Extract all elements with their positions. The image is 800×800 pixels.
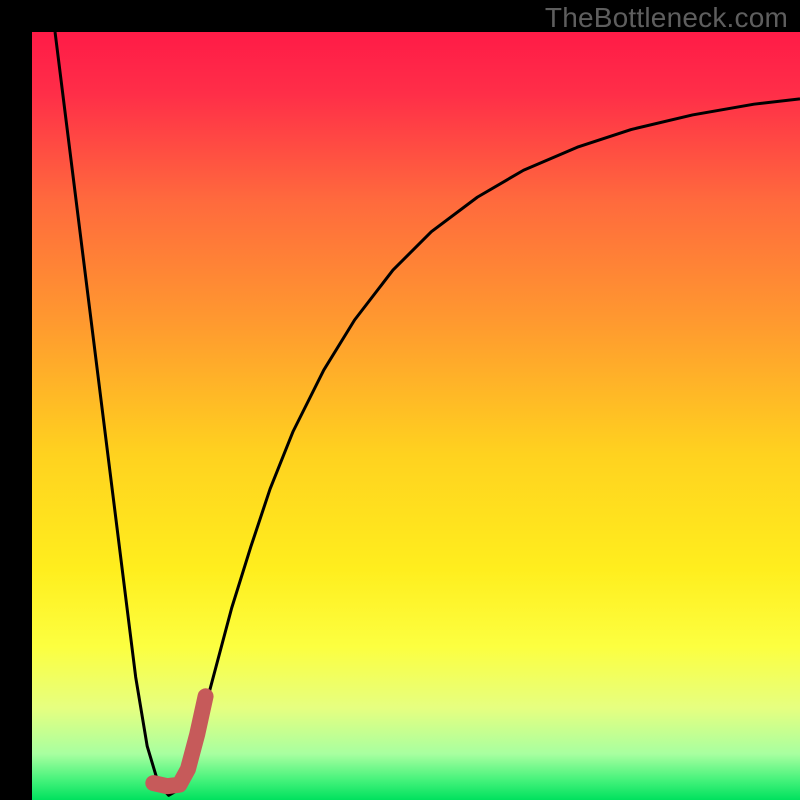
chart-frame: TheBottleneck.com <box>0 0 800 800</box>
plot-background <box>32 32 800 800</box>
bottleneck-chart <box>0 0 800 800</box>
watermark-label: TheBottleneck.com <box>545 2 788 34</box>
